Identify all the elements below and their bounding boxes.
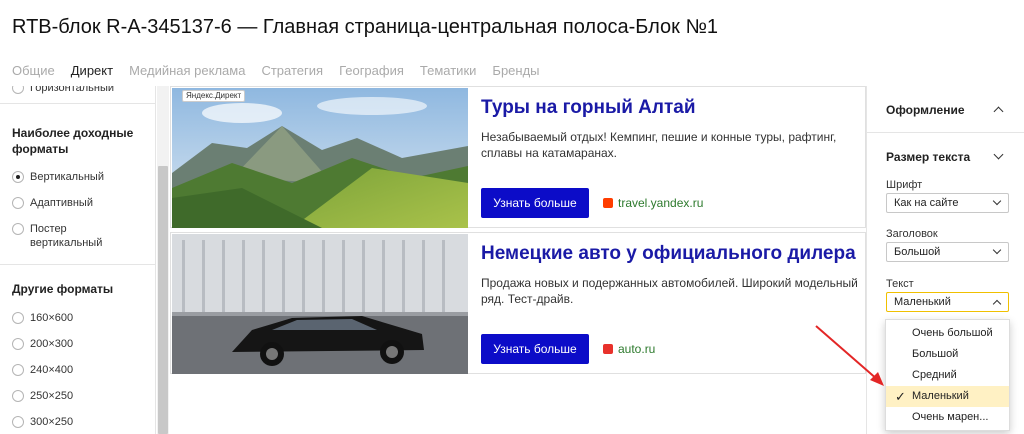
font-select[interactable]: Как на сайте xyxy=(886,193,1009,213)
format-panel: Горизонтальный Наиболее доходные форматы… xyxy=(0,86,156,434)
chevron-down-icon xyxy=(992,245,1002,255)
text-size-dropdown: Очень большой Большой Средний ✓ Маленьки… xyxy=(885,319,1010,431)
ad-title[interactable]: Туры на горный Алтай xyxy=(481,97,696,119)
radio-button[interactable] xyxy=(12,338,24,350)
learn-more-button[interactable]: Узнать больше xyxy=(481,334,589,364)
tab-strategy[interactable]: Стратегия xyxy=(261,63,323,78)
format-option-adaptive[interactable]: Адаптивный xyxy=(12,196,93,210)
auto-ru-icon xyxy=(603,344,613,354)
ad-domain[interactable]: travel.yandex.ru xyxy=(603,196,703,210)
dropdown-option-medium[interactable]: Средний xyxy=(886,365,1009,386)
ad-card: Яндекс.Директ Туры на горный Алтай Незаб… xyxy=(170,86,866,228)
text-size-section-title[interactable]: Размер текста xyxy=(886,150,970,164)
design-section-title[interactable]: Оформление xyxy=(886,103,965,117)
page-title: RTB-блок R-A-345137-6 — Главная страница… xyxy=(12,16,719,38)
dropdown-option-very-large[interactable]: Очень большой xyxy=(886,323,1009,344)
other-formats-title: Другие форматы xyxy=(12,282,114,296)
yandex-travel-icon xyxy=(603,198,613,208)
format-option-200x300[interactable]: 200×300 xyxy=(12,337,73,351)
ad-description: Незабываемый отдых! Кемпинг, пешие и кон… xyxy=(481,130,837,160)
text-label: Текст xyxy=(886,278,914,290)
format-option-poster-vertical[interactable]: Постер вертикальный xyxy=(12,222,112,250)
font-label: Шрифт xyxy=(886,179,923,191)
ad-card: Немецкие авто у официального дилера Прод… xyxy=(170,232,866,374)
radio-button[interactable] xyxy=(12,86,24,94)
radio-button[interactable] xyxy=(12,364,24,376)
tab-geography[interactable]: География xyxy=(339,63,404,78)
tab-bar: Общие Директ Медийная реклама Стратегия … xyxy=(12,63,556,78)
annotation-arrow-icon xyxy=(815,325,884,386)
radio-button[interactable] xyxy=(12,197,24,209)
heading-size-select[interactable]: Большой xyxy=(886,242,1009,262)
yandex-direct-badge: Яндекс.Директ xyxy=(182,90,246,102)
chevron-up-icon[interactable] xyxy=(993,106,1004,117)
learn-more-button[interactable]: Узнать больше xyxy=(481,188,589,218)
ad-title[interactable]: Немецкие авто у официального дилера xyxy=(481,243,856,265)
format-option-horizontal[interactable]: Горизонтальный xyxy=(12,86,114,95)
scrollbar-thumb[interactable] xyxy=(158,166,168,434)
dropdown-option-large[interactable]: Большой xyxy=(886,344,1009,365)
divider xyxy=(0,264,155,265)
tab-topics[interactable]: Тематики xyxy=(420,63,477,78)
ads-preview: Яндекс.Директ Туры на горный Алтай Незаб… xyxy=(170,86,866,434)
tab-direct[interactable]: Директ xyxy=(71,63,113,78)
radio-button[interactable] xyxy=(12,223,24,235)
format-option-160x600[interactable]: 160×600 xyxy=(12,311,73,325)
radio-button[interactable] xyxy=(12,312,24,324)
tab-media-ads[interactable]: Медийная реклама xyxy=(129,63,245,78)
format-option-250x250[interactable]: 250×250 xyxy=(12,389,73,403)
checkmark-icon: ✓ xyxy=(895,389,906,404)
format-option-240x400[interactable]: 240×400 xyxy=(12,363,73,377)
ad-image-mountains: Яндекс.Директ xyxy=(172,88,468,228)
chevron-down-icon xyxy=(992,196,1002,206)
text-size-select[interactable]: Маленький xyxy=(886,292,1009,312)
tab-brands[interactable]: Бренды xyxy=(492,63,539,78)
ad-domain[interactable]: auto.ru xyxy=(603,342,655,356)
format-option-300x250[interactable]: 300×250 xyxy=(12,415,73,429)
format-option-vertical[interactable]: Вертикальный xyxy=(12,170,104,184)
chevron-up-icon xyxy=(992,299,1002,309)
tab-general[interactable]: Общие xyxy=(12,63,55,78)
ad-description: Продажа новых и подержанных автомобилей.… xyxy=(481,276,858,306)
dropdown-option-very-small[interactable]: Очень марен... xyxy=(886,407,1009,428)
radio-button[interactable] xyxy=(12,416,24,428)
best-formats-title: Наиболее доходные форматы xyxy=(12,126,134,156)
scrollbar[interactable] xyxy=(157,86,169,434)
ad-image-car xyxy=(172,234,468,374)
divider xyxy=(0,103,155,104)
radio-button[interactable] xyxy=(12,390,24,402)
dropdown-option-small[interactable]: ✓ Маленький xyxy=(886,386,1009,407)
divider xyxy=(867,132,1024,133)
radio-button[interactable] xyxy=(12,171,24,183)
chevron-down-icon[interactable] xyxy=(993,149,1004,160)
heading-label: Заголовок xyxy=(886,228,938,240)
